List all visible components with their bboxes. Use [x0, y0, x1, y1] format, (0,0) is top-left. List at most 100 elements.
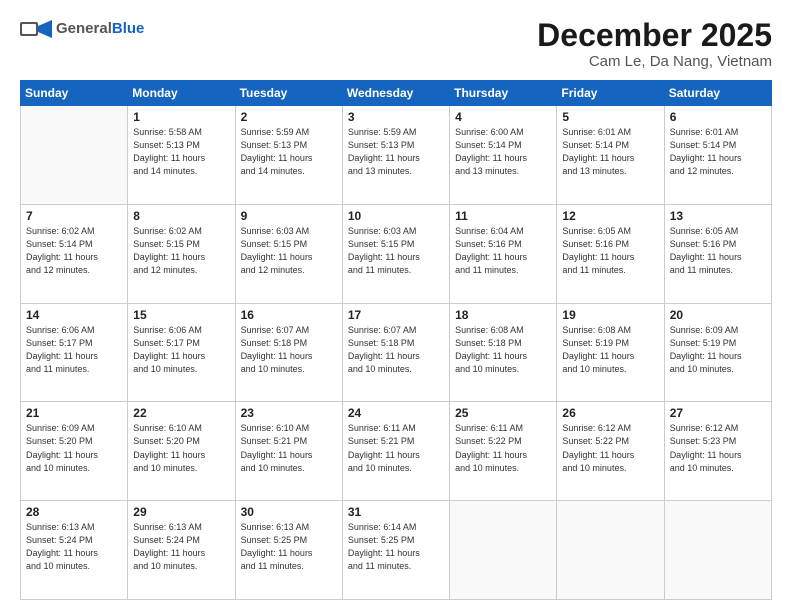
- day-number: 19: [562, 308, 658, 322]
- week-row-3: 21Sunrise: 6:09 AMSunset: 5:20 PMDayligh…: [21, 402, 772, 501]
- day-info: Sunrise: 5:59 AMSunset: 5:13 PMDaylight:…: [241, 126, 337, 178]
- calendar-cell: 23Sunrise: 6:10 AMSunset: 5:21 PMDayligh…: [235, 402, 342, 501]
- calendar-cell: 10Sunrise: 6:03 AMSunset: 5:15 PMDayligh…: [342, 204, 449, 303]
- day-info: Sunrise: 6:11 AMSunset: 5:21 PMDaylight:…: [348, 422, 444, 474]
- calendar-cell: 3Sunrise: 5:59 AMSunset: 5:13 PMDaylight…: [342, 106, 449, 205]
- calendar-cell: 5 Sunrise: 6:01 AMSunset: 5:14 PMDaylight…: [557, 106, 664, 205]
- calendar-cell: 2 Sunrise: 5:59 AMSunset: 5:13 PMDaylight…: [235, 106, 342, 205]
- calendar-cell: 29 Sunrise: 6:13 AMSunset: 5:24 PMDayligh…: [128, 501, 235, 600]
- day-number: 16: [241, 308, 337, 322]
- day-number: 27: [670, 406, 766, 420]
- day-info: Sunrise: 6:01 AMSunset: 5:14 PMDaylight:…: [562, 126, 658, 178]
- calendar-cell: 4 Sunrise: 6:00 AMSunset: 5:14 PMDaylight…: [450, 106, 557, 205]
- day-info: Sunrise: 6:13 AMSunset: 5:25 PMDaylight:…: [241, 521, 337, 573]
- day-info: Sunrise: 6:08 AMSunset: 5:18 PMDaylight:…: [455, 324, 551, 376]
- day-number: 5: [562, 110, 658, 124]
- day-info: Sunrise: 6:12 AMSunset: 5:22 PMDaylight:…: [562, 422, 658, 474]
- weekday-header-thursday: Thursday: [450, 81, 557, 106]
- weekday-header-saturday: Saturday: [664, 81, 771, 106]
- weekday-header-friday: Friday: [557, 81, 664, 106]
- day-number: 6: [670, 110, 766, 124]
- calendar-cell: 27 Sunrise: 6:12 AMSunset: 5:23 PMDayligh…: [664, 402, 771, 501]
- header: GeneralBlue December 2025 Cam Le, Da Nan…: [20, 18, 772, 70]
- day-info: Sunrise: 6:05 AMSunset: 5:16 PMDaylight:…: [670, 225, 766, 277]
- logo-general: General: [56, 20, 112, 37]
- day-number: 30: [241, 505, 337, 519]
- calendar-cell: 7Sunrise: 6:02 AMSunset: 5:14 PMDaylight…: [21, 204, 128, 303]
- day-number: 14: [26, 308, 122, 322]
- day-info: Sunrise: 6:08 AMSunset: 5:19 PMDaylight:…: [562, 324, 658, 376]
- day-number: 4: [455, 110, 551, 124]
- day-info: Sunrise: 6:02 AMSunset: 5:15 PMDaylight:…: [133, 225, 229, 277]
- calendar-cell: [21, 106, 128, 205]
- day-info: Sunrise: 6:12 AMSunset: 5:23 PMDaylight:…: [670, 422, 766, 474]
- day-info: Sunrise: 5:59 AMSunset: 5:13 PMDaylight:…: [348, 126, 444, 178]
- week-row-0: 1 Sunrise: 5:58 AMSunset: 5:13 PMDaylight…: [21, 106, 772, 205]
- page: GeneralBlue December 2025 Cam Le, Da Nan…: [0, 0, 792, 612]
- weekday-header-tuesday: Tuesday: [235, 81, 342, 106]
- day-number: 1: [133, 110, 229, 124]
- calendar-cell: 17 Sunrise: 6:07 AMSunset: 5:18 PMDayligh…: [342, 303, 449, 402]
- day-info: Sunrise: 6:01 AMSunset: 5:14 PMDaylight:…: [670, 126, 766, 178]
- day-info: Sunrise: 6:03 AMSunset: 5:15 PMDaylight:…: [348, 225, 444, 277]
- day-info: Sunrise: 6:04 AMSunset: 5:16 PMDaylight:…: [455, 225, 551, 277]
- day-number: 15: [133, 308, 229, 322]
- calendar-cell: [450, 501, 557, 600]
- calendar-cell: 6 Sunrise: 6:01 AMSunset: 5:14 PMDaylight…: [664, 106, 771, 205]
- day-number: 18: [455, 308, 551, 322]
- week-row-2: 14 Sunrise: 6:06 AMSunset: 5:17 PMDayligh…: [21, 303, 772, 402]
- calendar-cell: 30 Sunrise: 6:13 AMSunset: 5:25 PMDayligh…: [235, 501, 342, 600]
- day-number: 17: [348, 308, 444, 322]
- logo-blue: Blue: [112, 20, 145, 37]
- calendar-body: 1 Sunrise: 5:58 AMSunset: 5:13 PMDaylight…: [21, 106, 772, 600]
- day-number: 12: [562, 209, 658, 223]
- day-info: Sunrise: 6:07 AMSunset: 5:18 PMDaylight:…: [241, 324, 337, 376]
- day-number: 26: [562, 406, 658, 420]
- title-area: December 2025 Cam Le, Da Nang, Vietnam: [537, 18, 772, 70]
- day-number: 13: [670, 209, 766, 223]
- calendar-cell: [664, 501, 771, 600]
- day-info: Sunrise: 6:00 AMSunset: 5:14 PMDaylight:…: [455, 126, 551, 178]
- day-number: 24: [348, 406, 444, 420]
- calendar-cell: 14Sunrise: 6:06 AMSunset: 5:17 PMDayligh…: [21, 303, 128, 402]
- weekday-header-wednesday: Wednesday: [342, 81, 449, 106]
- calendar-cell: [557, 501, 664, 600]
- day-number: 29: [133, 505, 229, 519]
- weekday-header-monday: Monday: [128, 81, 235, 106]
- day-info: Sunrise: 6:13 AMSunset: 5:24 PMDaylight:…: [26, 521, 122, 573]
- day-number: 9: [241, 209, 337, 223]
- day-number: 31: [348, 505, 444, 519]
- day-number: 2: [241, 110, 337, 124]
- day-number: 28: [26, 505, 122, 519]
- day-number: 11: [455, 209, 551, 223]
- day-info: Sunrise: 6:05 AMSunset: 5:16 PMDaylight:…: [562, 225, 658, 277]
- calendar-cell: 26 Sunrise: 6:12 AMSunset: 5:22 PMDayligh…: [557, 402, 664, 501]
- calendar-cell: 31Sunrise: 6:14 AMSunset: 5:25 PMDayligh…: [342, 501, 449, 600]
- location: Cam Le, Da Nang, Vietnam: [537, 53, 772, 70]
- calendar-cell: 9Sunrise: 6:03 AMSunset: 5:15 PMDaylight…: [235, 204, 342, 303]
- day-info: Sunrise: 6:09 AMSunset: 5:20 PMDaylight:…: [26, 422, 122, 474]
- calendar-cell: 11 Sunrise: 6:04 AMSunset: 5:16 PMDayligh…: [450, 204, 557, 303]
- day-info: Sunrise: 6:11 AMSunset: 5:22 PMDaylight:…: [455, 422, 551, 474]
- calendar-table: SundayMondayTuesdayWednesdayThursdayFrid…: [20, 80, 772, 600]
- month-title: December 2025: [537, 18, 772, 53]
- calendar-cell: 12 Sunrise: 6:05 AMSunset: 5:16 PMDayligh…: [557, 204, 664, 303]
- day-info: Sunrise: 6:09 AMSunset: 5:19 PMDaylight:…: [670, 324, 766, 376]
- day-info: Sunrise: 6:07 AMSunset: 5:18 PMDaylight:…: [348, 324, 444, 376]
- weekday-header-sunday: Sunday: [21, 81, 128, 106]
- calendar-cell: 16 Sunrise: 6:07 AMSunset: 5:18 PMDayligh…: [235, 303, 342, 402]
- logo-icon: [20, 18, 52, 40]
- day-info: Sunrise: 6:10 AMSunset: 5:20 PMDaylight:…: [133, 422, 229, 474]
- day-info: Sunrise: 6:02 AMSunset: 5:14 PMDaylight:…: [26, 225, 122, 277]
- calendar-cell: 19 Sunrise: 6:08 AMSunset: 5:19 PMDayligh…: [557, 303, 664, 402]
- weekday-header-row: SundayMondayTuesdayWednesdayThursdayFrid…: [21, 81, 772, 106]
- day-info: Sunrise: 6:10 AMSunset: 5:21 PMDaylight:…: [241, 422, 337, 474]
- day-info: Sunrise: 6:13 AMSunset: 5:24 PMDaylight:…: [133, 521, 229, 573]
- day-info: Sunrise: 5:58 AMSunset: 5:13 PMDaylight:…: [133, 126, 229, 178]
- calendar-cell: 13 Sunrise: 6:05 AMSunset: 5:16 PMDayligh…: [664, 204, 771, 303]
- day-number: 8: [133, 209, 229, 223]
- day-info: Sunrise: 6:06 AMSunset: 5:17 PMDaylight:…: [133, 324, 229, 376]
- calendar-cell: 28 Sunrise: 6:13 AMSunset: 5:24 PMDayligh…: [21, 501, 128, 600]
- calendar-cell: 8 Sunrise: 6:02 AMSunset: 5:15 PMDaylight…: [128, 204, 235, 303]
- calendar-cell: 18 Sunrise: 6:08 AMSunset: 5:18 PMDayligh…: [450, 303, 557, 402]
